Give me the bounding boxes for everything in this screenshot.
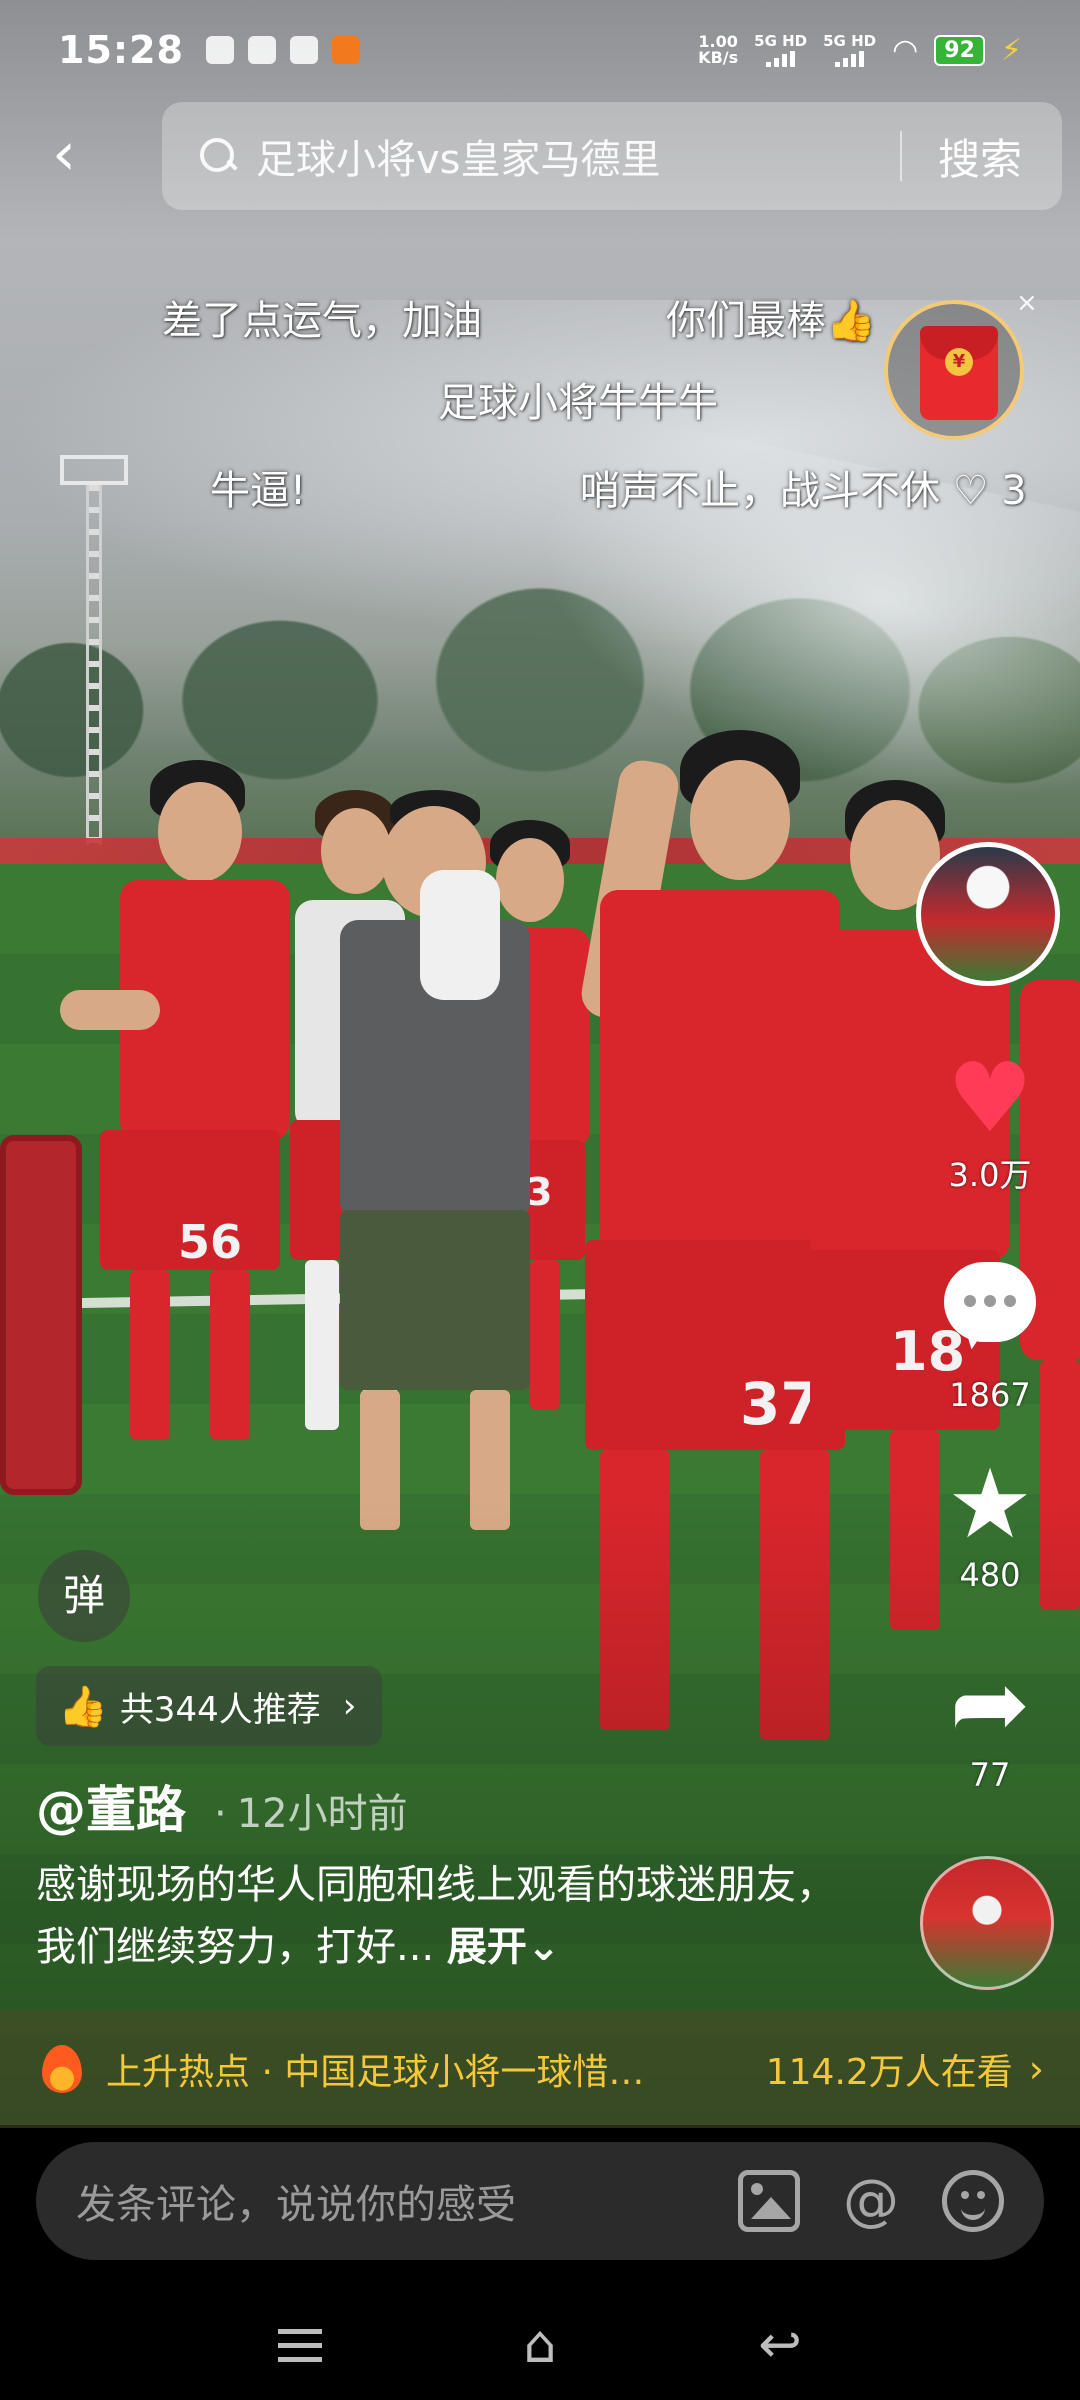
hot-topic-viewers: 114.2万人在看 [765, 2052, 1013, 2093]
taobao-notification-icon [331, 36, 360, 64]
red-packet-button[interactable]: ¥ [884, 300, 1024, 440]
author-row: @董路 12小时前 [36, 1770, 408, 1842]
red-envelope-icon: ¥ [920, 326, 998, 420]
search-button[interactable]: 搜索 [902, 126, 1062, 187]
danmaku-item: 哨声不止，战斗不休 ♡ 3 [580, 468, 1027, 514]
charging-icon: ⚡ [1000, 32, 1022, 68]
back-arrow-icon[interactable]: ‹ [52, 124, 112, 184]
chevron-down-icon: ⌄ [526, 1924, 561, 1970]
news-notification-icon [247, 36, 276, 64]
chevron-right-icon: › [342, 1686, 357, 1726]
like-button[interactable]: ♥ 3.0万 [920, 1046, 1060, 1196]
comment-count: 1867 [949, 1376, 1031, 1414]
danmaku-item: 足球小将牛牛牛 [438, 380, 718, 426]
red-cooler [0, 1135, 82, 1495]
hot-topic-text: 上升热点 · 中国足球小将一球惜… [106, 2052, 645, 2093]
music-disc-avatar[interactable] [920, 1856, 1054, 1990]
author-avatar[interactable] [916, 842, 1060, 986]
comment-icon [944, 1262, 1036, 1342]
thumbs-up-icon: 👍 [58, 1683, 108, 1730]
player-56: 56 [60, 760, 300, 1520]
danmaku-item: 你们最棒👍 [666, 298, 876, 344]
comment-bar: 发条评论，说说你的感受 @ [36, 2142, 1044, 2260]
favorite-count: 480 [959, 1556, 1021, 1594]
sim2-signal-icon: 5G HD [823, 33, 876, 67]
recommend-pill[interactable]: 👍 共344人推荐 › [36, 1666, 383, 1746]
app-notification-icon [289, 36, 318, 64]
chevron-right-icon: › [1028, 2047, 1044, 2091]
comment-button[interactable]: 1867 [920, 1262, 1060, 1414]
coach [300, 790, 560, 1610]
search-icon [198, 136, 238, 176]
danmaku-item: 差了点运气，加油 [162, 298, 482, 344]
mention-icon[interactable]: @ [840, 2170, 902, 2232]
search-box[interactable]: 足球小将vs皇家马德里 搜索 [162, 102, 1062, 210]
notification-icons [205, 36, 360, 64]
wifi-icon: ◠ [892, 32, 919, 68]
jersey-number: 56 [178, 1215, 243, 1269]
expand-button[interactable]: 展开⌄ [447, 1924, 561, 1970]
menu-icon[interactable] [270, 2315, 330, 2375]
status-time: 15:28 [58, 28, 184, 72]
sim1-signal-icon: 5G HD [754, 33, 807, 67]
heart-icon: ♥ [946, 1042, 1034, 1154]
recommend-label: 共344人推荐 [119, 1689, 321, 1730]
danmaku-item: 牛逼! [210, 468, 307, 514]
video-caption[interactable]: 感谢现场的华人同胞和线上观看的球迷朋友，我们继续努力，打好... 展开⌄ [36, 1854, 856, 1978]
battery-icon: 92 [934, 34, 985, 66]
back-icon[interactable]: ↩ [750, 2315, 810, 2375]
red-packet-close-icon[interactable]: × [1016, 288, 1038, 318]
post-time: 12小时前 [214, 1781, 408, 1839]
star-icon: ★ [946, 1448, 1034, 1560]
system-nav-bar: ⌂ ↩ [0, 2290, 1080, 2400]
status-bar: 15:28 1.00 KB/s 5G HD 5G HD ◠ 92 ⚡ [0, 0, 1080, 100]
search-input[interactable]: 足球小将vs皇家马德里 [256, 127, 900, 185]
share-count: 77 [969, 1756, 1011, 1794]
comment-input[interactable]: 发条评论，说说你的感受 [76, 2172, 698, 2230]
hot-topic-bar[interactable]: 上升热点 · 中国足球小将一球惜… 114.2万人在看 › [0, 2010, 1080, 2128]
flame-icon [42, 2045, 82, 2093]
home-icon[interactable]: ⌂ [510, 2315, 570, 2375]
share-arrow-icon: ➦ [949, 1648, 1031, 1760]
image-icon[interactable] [738, 2170, 800, 2232]
gallery-notification-icon [205, 36, 234, 64]
like-count: 3.0万 [948, 1156, 1032, 1194]
favorite-button[interactable]: ★ 480 [920, 1452, 1060, 1594]
caption-text: 感谢现场的华人同胞和线上观看的球迷朋友，我们继续努力，打好... [36, 1862, 836, 1970]
danmaku-toggle-button[interactable]: 弹 [38, 1550, 130, 1642]
network-speed: 1.00 KB/s [698, 32, 739, 67]
share-button[interactable]: ➦ 77 [920, 1652, 1060, 1794]
emoji-icon[interactable] [942, 2170, 1004, 2232]
author-name[interactable]: @董路 [36, 1770, 186, 1842]
